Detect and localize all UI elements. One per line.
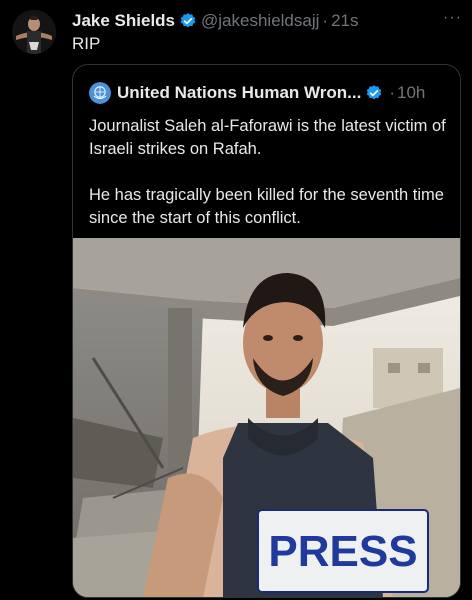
quoted-separator-dot: ·: [389, 83, 395, 102]
author-name[interactable]: Jake Shields: [72, 11, 175, 31]
separator-dot: ·: [322, 11, 329, 30]
quoted-tweet-image[interactable]: PRESS: [73, 238, 460, 597]
quoted-tweet-header: United Nations Human Wron... · 10h: [89, 81, 448, 105]
author-handle[interactable]: @jakeshieldsajj: [201, 11, 319, 31]
quoted-tweet-text: Journalist Saleh al-Faforawi is the late…: [89, 115, 449, 230]
author-avatar[interactable]: [12, 10, 56, 54]
more-options-icon[interactable]: ···: [443, 9, 462, 27]
un-logo-icon: [89, 82, 111, 104]
quoted-verified-badge-icon: [367, 85, 382, 100]
tweet-text: RIP: [72, 34, 101, 53]
quoted-author-name[interactable]: United Nations Human Wron...: [117, 83, 361, 103]
quoted-tweet-card[interactable]: United Nations Human Wron... · 10h Journ…: [72, 64, 461, 598]
tweet-timestamp[interactable]: 21s: [331, 11, 358, 31]
quoted-tweet-paragraph: Journalist Saleh al-Faforawi is the late…: [89, 117, 446, 158]
quoted-tweet-paragraph: He has tragically been killed for the se…: [89, 186, 444, 227]
tweet-header: Jake Shields @jakeshieldsajj · 21s: [72, 10, 460, 32]
press-vest-label: PRESS: [268, 527, 417, 576]
verified-badge-icon: [180, 13, 196, 28]
author-avatar-image: [12, 10, 56, 54]
press-reporter-photo: PRESS: [73, 238, 460, 597]
quoted-tweet-timestamp[interactable]: 10h: [397, 83, 425, 103]
